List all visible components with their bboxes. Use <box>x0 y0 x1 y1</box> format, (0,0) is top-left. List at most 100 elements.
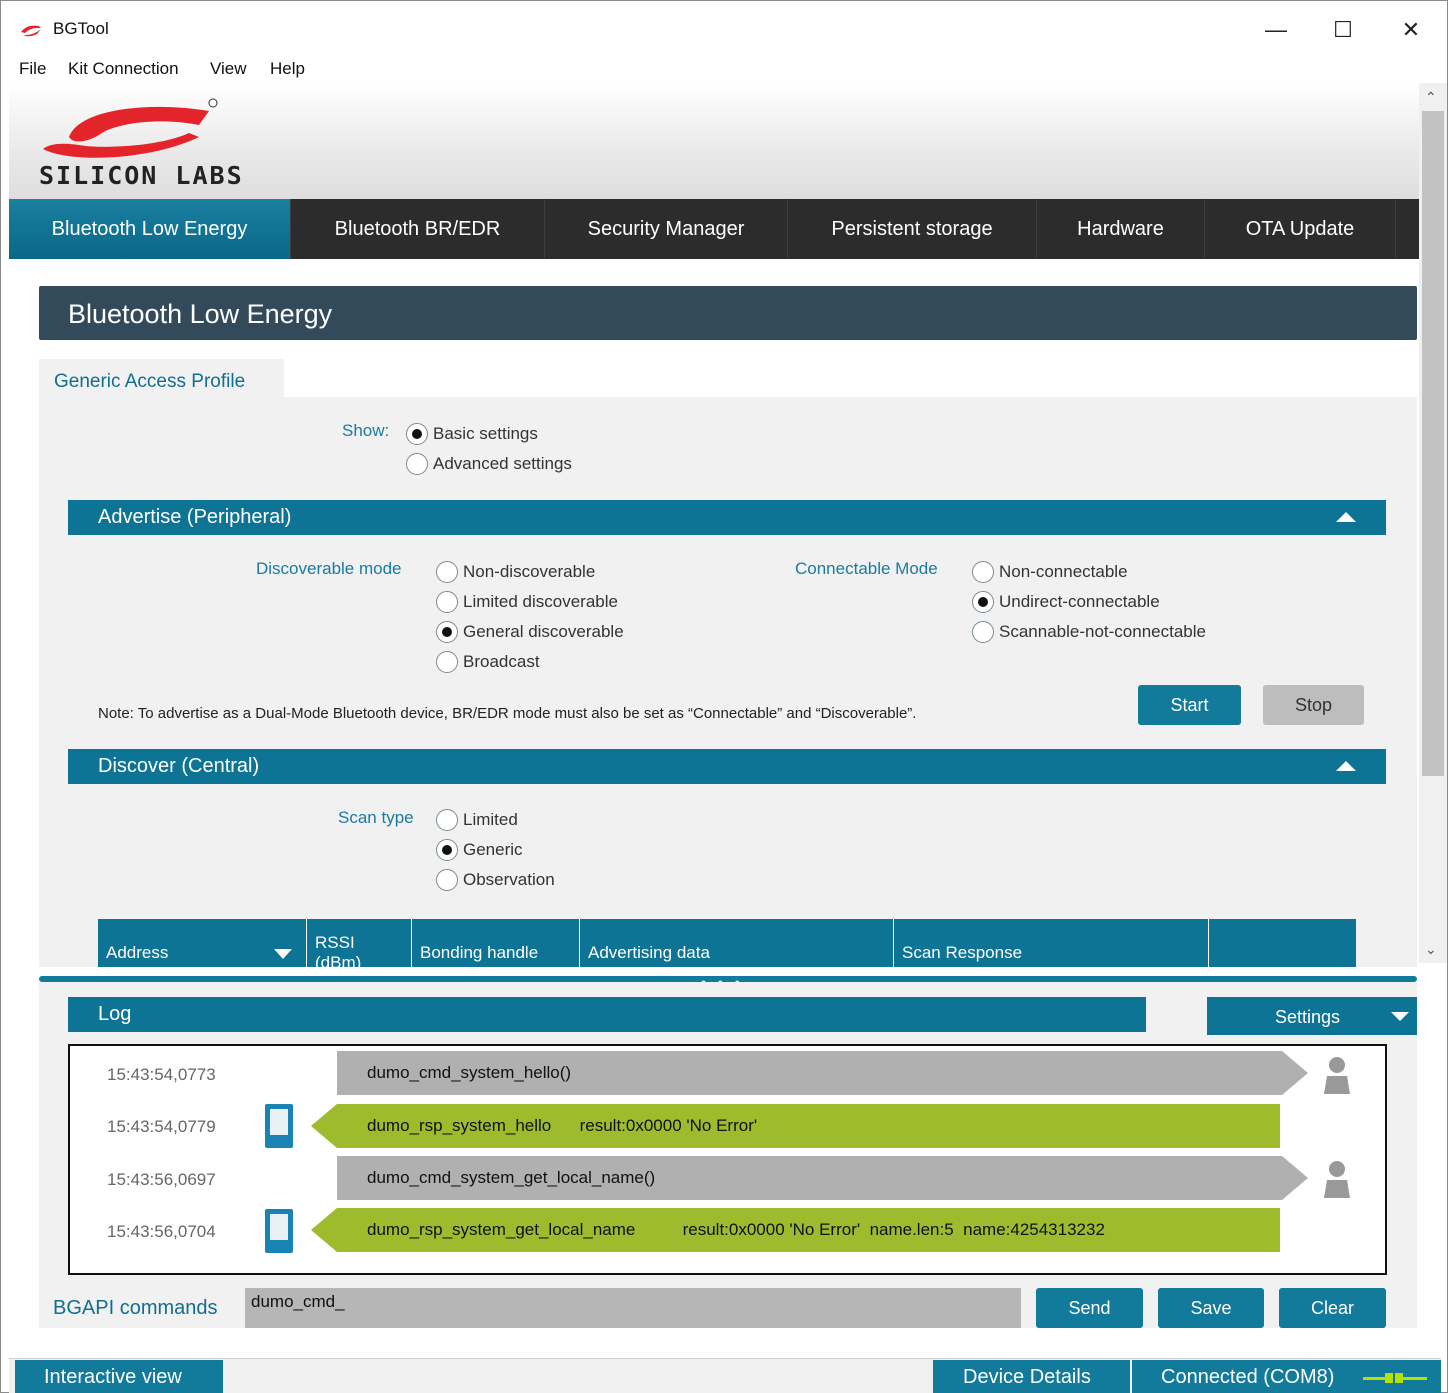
bubble-arrow <box>311 1208 337 1252</box>
save-button[interactable]: Save <box>1158 1288 1264 1328</box>
user-icon <box>1324 1161 1350 1198</box>
window-title: BGTool <box>53 19 109 38</box>
log-header <box>68 997 1146 1032</box>
connection-status-label: Connected (COM8) <box>1161 1365 1335 1388</box>
radio-undirect-connectable-label: Undirect-connectable <box>999 592 1160 611</box>
stop-button[interactable]: Stop <box>1263 685 1364 725</box>
scroll-up-icon[interactable]: ⌃ <box>1425 89 1437 106</box>
close-icon: ✕ <box>1401 17 1421 42</box>
radio-advanced-settings[interactable] <box>406 453 428 475</box>
radio-broadcast-label: Broadcast <box>463 652 540 671</box>
radio-non-connectable[interactable] <box>972 561 994 583</box>
menu-bar: File Kit Connection View Help <box>1 57 1447 83</box>
radio-scan-observation[interactable] <box>436 869 458 891</box>
menu-kit-connection[interactable]: Kit Connection <box>68 59 179 79</box>
logo-text: SILICON LABS <box>39 161 244 190</box>
minimize-icon: — <box>1265 17 1287 42</box>
start-button[interactable]: Start <box>1138 685 1241 725</box>
tab-persistent-storage[interactable]: Persistent storage <box>788 199 1037 259</box>
tab-ota-update[interactable]: OTA Update <box>1205 199 1396 259</box>
radio-non-discoverable-label: Non-discoverable <box>463 562 596 581</box>
log-title: Log <box>98 1003 132 1025</box>
radio-general-discoverable-label: General discoverable <box>463 622 624 641</box>
collapse-up-icon[interactable] <box>1336 512 1356 522</box>
radio-limited-discoverable-label: Limited discoverable <box>463 592 618 611</box>
radio-scan-limited-label: Limited <box>463 810 518 829</box>
dual-mode-note: Note: To advertise as a Dual-Mode Blueto… <box>98 705 917 722</box>
column-bonding-handle[interactable]: Bonding handle <box>412 919 580 967</box>
column-address[interactable]: Address <box>98 919 307 967</box>
log-messages[interactable]: 15:43:54,0773 dumo_cmd_system_hello() 15… <box>68 1044 1387 1275</box>
radio-undirect-connectable[interactable] <box>972 591 994 613</box>
title-bar <box>1 1 1447 57</box>
radio-broadcast[interactable] <box>436 651 458 673</box>
menu-file[interactable]: File <box>19 59 46 79</box>
device-icon <box>265 1104 293 1148</box>
device-details-button[interactable]: Device Details <box>933 1360 1130 1393</box>
scroll-down-icon[interactable]: ⌄ <box>1425 941 1437 958</box>
scan-type-label: Scan type <box>338 808 414 827</box>
bubble-arrow <box>1282 1156 1308 1200</box>
send-button[interactable]: Send <box>1036 1288 1143 1328</box>
column-rssi[interactable]: RSSI (dBm) <box>307 919 412 967</box>
bgapi-command-input[interactable] <box>245 1288 1021 1328</box>
radio-scannable-not-connectable-label: Scannable-not-connectable <box>999 622 1206 641</box>
log-command-message: dumo_cmd_system_get_local_name() <box>337 1156 1282 1200</box>
bubble-arrow <box>1282 1051 1308 1095</box>
log-timestamp: 15:43:54,0773 <box>107 1065 216 1084</box>
radio-general-discoverable[interactable] <box>436 621 458 643</box>
radio-non-discoverable[interactable] <box>436 561 458 583</box>
chevron-down-icon <box>1391 1012 1409 1021</box>
column-scan-response[interactable]: Scan Response <box>894 919 1209 967</box>
tab-security-manager[interactable]: Security Manager <box>545 199 788 259</box>
log-timestamp: 15:43:54,0779 <box>107 1117 216 1136</box>
discoverable-mode-label: Discoverable mode <box>256 559 402 578</box>
radio-basic-settings[interactable] <box>406 423 428 445</box>
page-title: Bluetooth Low Energy <box>68 299 333 329</box>
scrollbar-thumb[interactable] <box>1422 111 1444 776</box>
log-settings-label: Settings <box>1275 1007 1341 1027</box>
maximize-icon: ☐ <box>1333 17 1353 42</box>
user-icon <box>1324 1057 1350 1094</box>
discover-section-title: Discover (Central) <box>98 755 260 777</box>
radio-limited-discoverable[interactable] <box>436 591 458 613</box>
radio-scan-observation-label: Observation <box>463 870 555 889</box>
log-timestamp: 15:43:56,0704 <box>107 1222 216 1241</box>
log-command-message: dumo_cmd_system_hello() <box>337 1051 1282 1095</box>
log-response-message: dumo_rsp_system_hello result:0x0000 'No … <box>337 1104 1280 1148</box>
bubble-arrow <box>311 1104 337 1148</box>
connectable-mode-label: Connectable Mode <box>795 559 938 578</box>
clear-button[interactable]: Clear <box>1279 1288 1386 1328</box>
radio-basic-settings-label: Basic settings <box>433 424 538 443</box>
radio-advanced-settings-label: Advanced settings <box>433 454 572 473</box>
connection-status-button[interactable]: Connected (COM8) <box>1132 1360 1441 1393</box>
minimize-button[interactable]: — <box>1246 13 1306 47</box>
radio-non-connectable-label: Non-connectable <box>999 562 1128 581</box>
collapse-up-icon[interactable] <box>1336 761 1356 771</box>
tab-hardware[interactable]: Hardware <box>1037 199 1205 259</box>
column-extra[interactable] <box>1209 919 1356 967</box>
column-advertising-data[interactable]: Advertising data <box>580 919 894 967</box>
show-label: Show: <box>342 421 390 440</box>
app-icon <box>21 25 41 37</box>
radio-scan-limited[interactable] <box>436 809 458 831</box>
discover-section-header[interactable]: Discover (Central) <box>68 749 1386 784</box>
radio-scan-generic[interactable] <box>436 839 458 861</box>
radio-scannable-not-connectable[interactable] <box>972 621 994 643</box>
tab-bluetooth-br-edr[interactable]: Bluetooth BR/EDR <box>291 199 545 259</box>
close-button[interactable]: ✕ <box>1381 13 1441 47</box>
menu-view[interactable]: View <box>210 59 247 79</box>
interactive-view-button[interactable]: Interactive view <box>15 1360 223 1393</box>
bgapi-commands-label: BGAPI commands <box>53 1297 218 1319</box>
main-tabs: Bluetooth Low Energy Bluetooth BR/EDR Se… <box>9 199 1419 259</box>
radio-scan-generic-label: Generic <box>463 840 523 859</box>
maximize-button[interactable]: ☐ <box>1313 13 1373 47</box>
advertise-section-title: Advertise (Peripheral) <box>98 506 292 528</box>
sort-down-icon[interactable] <box>274 949 292 959</box>
advertise-section-header[interactable]: Advertise (Peripheral) <box>68 500 1386 535</box>
tab-bluetooth-low-energy[interactable]: Bluetooth Low Energy <box>9 199 291 259</box>
menu-help[interactable]: Help <box>270 59 305 79</box>
device-icon <box>265 1209 293 1253</box>
gap-content-panel <box>39 397 1417 967</box>
log-timestamp: 15:43:56,0697 <box>107 1170 216 1189</box>
